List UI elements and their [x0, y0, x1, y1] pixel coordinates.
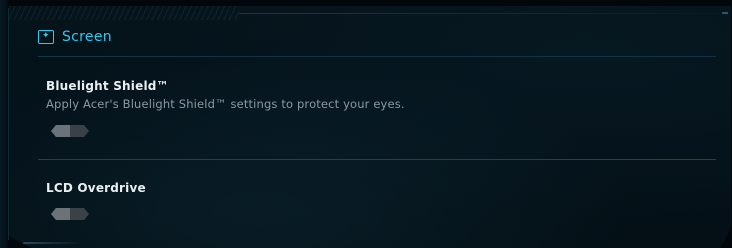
decorative-hatch — [9, 6, 239, 20]
decorative-bottom-mark — [22, 242, 84, 244]
lcd-overdrive-toggle[interactable] — [50, 207, 90, 221]
decorative-corner-mark — [722, 12, 728, 14]
window-left-edge — [0, 0, 9, 248]
bluelight-shield-toggle[interactable] — [50, 124, 90, 138]
section-title: Screen — [62, 29, 112, 45]
header-divider — [38, 56, 716, 57]
screen-settings-panel — [9, 6, 731, 248]
settings-window: ✦ Screen Bluelight Shield™ Apply Acer's … — [0, 0, 732, 248]
bluelight-shield-description: Apply Acer's Bluelight Shield™ settings … — [46, 97, 405, 111]
section-header: ✦ Screen — [38, 25, 112, 49]
bluelight-shield-title: Bluelight Shield™ — [46, 79, 169, 93]
decorative-top-line — [239, 13, 719, 14]
screen-sparkle-icon: ✦ — [38, 30, 54, 44]
settings-divider — [38, 159, 716, 160]
lcd-overdrive-title: LCD Overdrive — [46, 181, 146, 195]
